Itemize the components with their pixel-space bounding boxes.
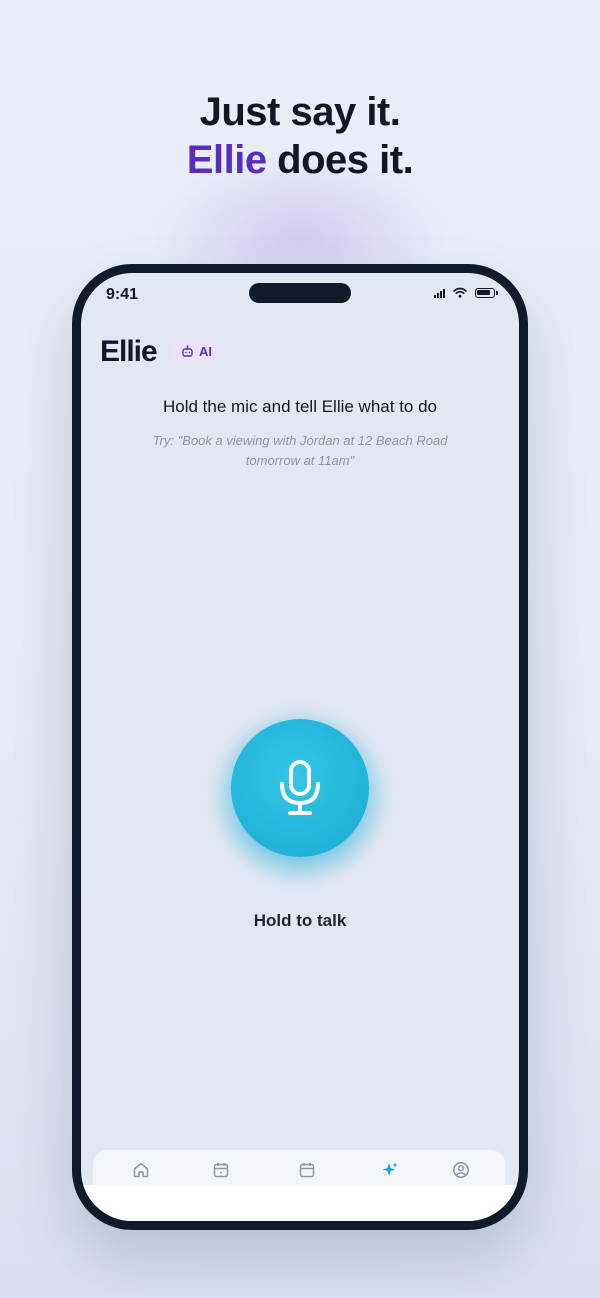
tab-schedule[interactable] [297, 1160, 317, 1180]
headline-line-1: Just say it. [199, 90, 401, 134]
calendar-icon [213, 1162, 229, 1178]
sparkles-icon [382, 1162, 398, 1176]
microphone-icon [280, 760, 320, 815]
hold-to-talk-label: Hold to talk [253, 911, 347, 930]
signal-icon [434, 288, 445, 298]
calendar-icon [299, 1162, 315, 1178]
tab-calendar[interactable] [211, 1160, 231, 1180]
headline-line-2: Ellie does it. [0, 136, 600, 184]
home-icon [133, 1162, 149, 1178]
battery-icon [475, 287, 498, 298]
dynamic-island [249, 283, 351, 303]
ai-badge-label: AI [199, 343, 212, 359]
marketing-headline: Just say it. Ellie does it. [0, 88, 600, 184]
phone-screen: 9:41 Ellie AI Hold the mic and tell Elli… [81, 273, 519, 1221]
instruction-text: Hold the mic and tell Ellie what to do [162, 397, 438, 416]
ai-badge: AI [172, 339, 221, 363]
wifi-icon [453, 287, 467, 298]
app-title: Ellie [100, 335, 158, 368]
tab-home[interactable] [131, 1160, 151, 1180]
status-icons [434, 287, 498, 298]
tab-bar-base [81, 1185, 519, 1221]
tab-profile[interactable] [451, 1160, 471, 1180]
headline-accent: Ellie [186, 138, 267, 182]
profile-icon [453, 1162, 469, 1178]
example-hint: Try: "Book a viewing with Jordan at 12 B… [152, 433, 448, 468]
tab-ellie-ai[interactable] [380, 1160, 400, 1180]
headline-line-2-rest: does it. [266, 138, 414, 182]
status-time: 9:41 [106, 286, 139, 303]
phone-frame: 9:41 Ellie AI Hold the mic and tell Elli… [72, 264, 528, 1230]
hold-to-talk-mic-button[interactable] [231, 719, 369, 857]
robot-icon [182, 344, 193, 357]
